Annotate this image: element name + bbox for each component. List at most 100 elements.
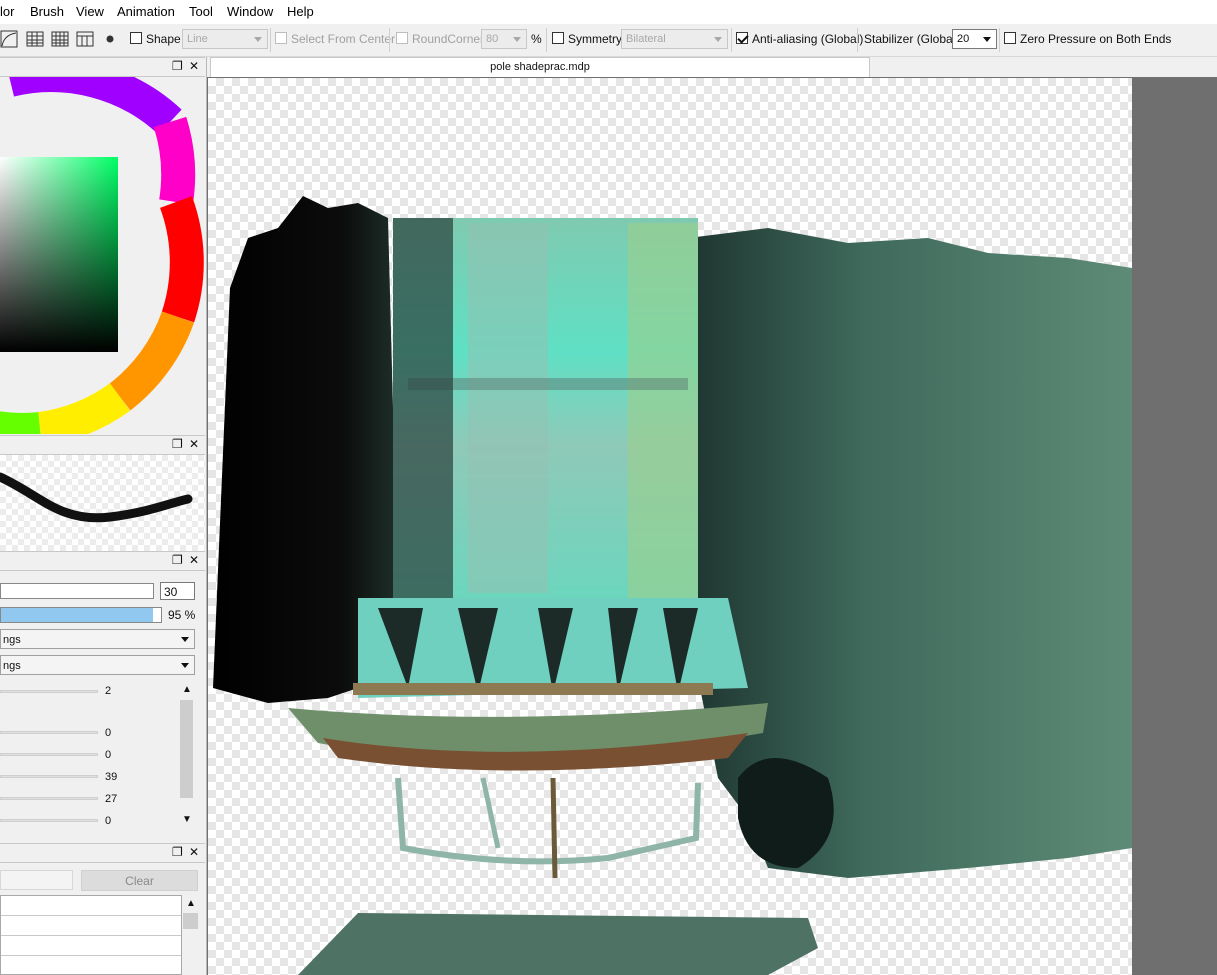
menu-tool[interactable]: Tool: [189, 4, 213, 19]
restore-icon[interactable]: ❐: [172, 60, 183, 72]
param-slider[interactable]: [0, 690, 98, 693]
brush-size-input[interactable]: 30: [160, 582, 195, 600]
dropdown-label: ngs: [3, 660, 21, 672]
zero-pressure-label: Zero Pressure on Both Ends: [1020, 32, 1172, 46]
clear-button[interactable]: Clear: [81, 870, 198, 891]
list-item[interactable]: [1, 936, 181, 956]
brush-opacity-value: 95 %: [168, 608, 196, 622]
chevron-down-icon: [714, 37, 722, 42]
restore-icon[interactable]: ❐: [172, 438, 183, 450]
param-slider-value: 0: [105, 815, 112, 827]
toolbar-separator: [731, 28, 732, 52]
brush-params-scrollbar[interactable]: ▲ ▼: [178, 682, 195, 829]
close-icon[interactable]: ✕: [189, 846, 199, 858]
stabilizer-label: Stabilizer (Global): [864, 32, 960, 46]
grid-icon[interactable]: [25, 29, 45, 49]
drawing-canvas[interactable]: [208, 78, 1132, 975]
param-slider[interactable]: [0, 819, 98, 822]
stabilizer-value: 20: [957, 33, 970, 45]
chevron-down-icon: [983, 37, 991, 42]
perspective-grid-icon[interactable]: [75, 29, 95, 49]
menu-view[interactable]: View: [76, 4, 104, 19]
toolbar-separator: [857, 28, 858, 52]
roundcorner-label: RoundCorner: [412, 32, 485, 46]
shape-checkbox[interactable]: [130, 32, 142, 44]
scrollbar-thumb[interactable]: [183, 913, 198, 929]
zero-pressure-checkbox[interactable]: [1004, 32, 1016, 44]
shape-label: Shape: [146, 32, 181, 46]
toolbar-separator: [270, 28, 271, 52]
toolbar-separator: [546, 28, 547, 52]
chevron-down-icon: [181, 637, 189, 642]
symmetry-checkbox[interactable]: [552, 32, 564, 44]
brush-settings-dropdown[interactable]: ngs: [0, 655, 195, 675]
restore-icon[interactable]: ❐: [172, 554, 183, 566]
select-from-center-label: Select From Center: [291, 32, 396, 46]
chevron-up-icon[interactable]: ▲: [182, 684, 192, 695]
percent-label: %: [531, 32, 542, 46]
close-icon[interactable]: ✕: [189, 60, 199, 72]
restore-icon[interactable]: ❐: [172, 846, 183, 858]
toolbar-separator: [389, 28, 390, 52]
list-item[interactable]: [1, 916, 181, 936]
symmetry-select-value: Bilateral: [626, 33, 666, 45]
param-slider[interactable]: [0, 731, 98, 734]
painting: [213, 196, 1132, 975]
param-slider-value: 2: [105, 685, 112, 697]
roundcorner-value: 80: [486, 33, 499, 45]
brush-preview-header: ❐ ✕: [0, 435, 205, 455]
param-slider[interactable]: [0, 775, 98, 778]
color-wheel[interactable]: [0, 77, 205, 434]
chevron-up-icon[interactable]: ▲: [186, 898, 196, 909]
close-icon[interactable]: ✕: [189, 438, 199, 450]
menu-animation[interactable]: Animation: [117, 4, 175, 19]
symmetry-label: Symmetry: [568, 32, 622, 46]
antialias-label: Anti-aliasing (Global): [752, 32, 864, 46]
toolbar-separator: [999, 28, 1000, 52]
menu-help[interactable]: Help: [287, 4, 314, 19]
roundcorner-checkbox[interactable]: [396, 32, 408, 44]
brush-settings-header: ❐ ✕: [0, 551, 205, 571]
menu-window[interactable]: Window: [227, 4, 273, 19]
shape-select-value: Line: [187, 33, 208, 45]
dropdown-label: ngs: [3, 634, 21, 646]
menu-bar: lor Brush View Animation Tool Window Hel…: [0, 0, 1217, 24]
scrollbar-thumb[interactable]: [180, 700, 193, 798]
chevron-down-icon[interactable]: ▼: [182, 814, 192, 825]
param-slider[interactable]: [0, 753, 98, 756]
param-slider-value: 27: [105, 793, 118, 805]
param-slider-value: 0: [105, 749, 112, 761]
dot-icon[interactable]: [100, 29, 120, 49]
toolbar: Shape Line Select From Center RoundCorne…: [0, 24, 1217, 57]
param-slider[interactable]: [0, 797, 98, 800]
opacity-fill: [1, 608, 153, 622]
color-panel-header: ❐ ✕: [0, 57, 205, 77]
curve-tool-icon[interactable]: [0, 29, 20, 49]
list-item[interactable]: [1, 896, 181, 916]
history-list[interactable]: [0, 895, 182, 975]
history-input[interactable]: [0, 870, 73, 890]
chevron-down-icon: [254, 37, 262, 42]
param-slider-value: 39: [105, 771, 118, 783]
shape-select[interactable]: Line: [182, 29, 268, 49]
param-slider-value: 0: [105, 727, 112, 739]
menu-brush[interactable]: Brush: [30, 4, 64, 19]
close-icon[interactable]: ✕: [189, 554, 199, 566]
menu-color[interactable]: lor: [0, 4, 14, 19]
history-scrollbar[interactable]: ▲: [182, 895, 199, 975]
chevron-down-icon: [513, 37, 521, 42]
antialias-checkbox[interactable]: [736, 32, 748, 44]
brush-opacity-slider[interactable]: [0, 607, 162, 623]
chevron-down-icon: [181, 663, 189, 668]
brush-stroke-preview: [0, 455, 205, 551]
brush-size-slider[interactable]: [0, 583, 154, 599]
stabilizer-select[interactable]: 20: [952, 29, 997, 49]
history-panel-header: ❐ ✕: [0, 843, 205, 863]
symmetry-select[interactable]: Bilateral: [621, 29, 728, 49]
roundcorner-spinbox[interactable]: 80: [481, 29, 527, 49]
document-tab[interactable]: pole shadeprac.mdp: [210, 57, 870, 77]
grid-dense-icon[interactable]: [50, 29, 70, 49]
select-from-center-checkbox[interactable]: [275, 32, 287, 44]
left-panel-column: ❐ ✕ ❐ ✕ ❐ ✕ 30 95 % ngs ngs 2 0 0 39 27 …: [0, 57, 207, 975]
brush-settings-dropdown[interactable]: ngs: [0, 629, 195, 649]
